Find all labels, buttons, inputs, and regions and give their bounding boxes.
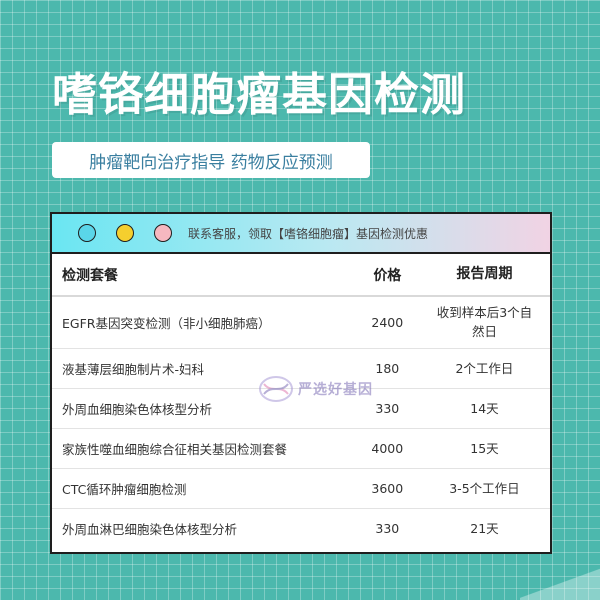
package-name: 家族性噬血细胞综合征相关基因检测套餐 (62, 441, 288, 457)
package-name: 液基薄层细胞制片术-妇科 (62, 361, 205, 377)
header-period: 报告周期 (456, 266, 513, 282)
package-name: 外周血细胞染色体核型分析 (62, 401, 213, 417)
package-period: 14天 (470, 400, 499, 416)
package-price: 330 (375, 520, 400, 536)
package-price: 4000 (371, 440, 404, 456)
package-period: 15天 (470, 440, 499, 456)
cyan-dot-icon (78, 224, 96, 242)
package-period: 21天 (470, 520, 499, 536)
table-row[interactable]: 液基薄层细胞制片术-妇科 180 2个工作日 (52, 348, 550, 388)
package-name: CTC循环肿瘤细胞检测 (62, 481, 187, 497)
subtitle-banner: 肿瘤靶向治疗指导 药物反应预测 (52, 142, 370, 178)
header-package: 检测套餐 (62, 267, 118, 284)
package-price: 2400 (371, 314, 404, 330)
package-name: EGFR基因突变检测（非小细胞肺癌） (62, 315, 271, 331)
table-header-row: 检测套餐 价格 报告周期 (52, 254, 550, 296)
price-card: 联系客服，领取【嗜铬细胞瘤】基因检测优惠 检测套餐 价格 报告周期 EGFR基因… (50, 212, 552, 554)
corner-fold (520, 566, 600, 600)
table-row[interactable]: 家族性噬血细胞综合征相关基因检测套餐 4000 15天 (52, 428, 550, 468)
package-period: 3-5个工作日 (449, 480, 520, 496)
package-price: 180 (375, 360, 400, 376)
package-price: 3600 (371, 480, 404, 496)
yellow-dot-icon (116, 224, 134, 242)
pink-dot-icon (154, 224, 172, 242)
contact-notice[interactable]: 联系客服，领取【嗜铬细胞瘤】基因检测优惠 (188, 225, 428, 242)
table-row[interactable]: 外周血细胞染色体核型分析 330 14天 (52, 388, 550, 428)
package-period: 2个工作日 (455, 360, 514, 376)
card-header: 联系客服，领取【嗜铬细胞瘤】基因检测优惠 (52, 214, 550, 254)
header-price: 价格 (373, 267, 402, 284)
test-package-table: 检测套餐 价格 报告周期 EGFR基因突变检测（非小细胞肺癌） 2400 收到样… (52, 254, 550, 548)
table-row[interactable]: EGFR基因突变检测（非小细胞肺癌） 2400 收到样本后3个自然日 (52, 296, 550, 348)
package-name: 外周血淋巴细胞染色体核型分析 (62, 521, 238, 537)
table-row[interactable]: CTC循环肿瘤细胞检测 3600 3-5个工作日 (52, 468, 550, 508)
package-price: 330 (375, 400, 400, 416)
table-row[interactable]: 外周血淋巴细胞染色体核型分析 330 21天 (52, 508, 550, 548)
package-period: 收到样本后3个自然日 (436, 305, 533, 340)
page-title: 嗜铬细胞瘤基因检测 (52, 68, 467, 121)
